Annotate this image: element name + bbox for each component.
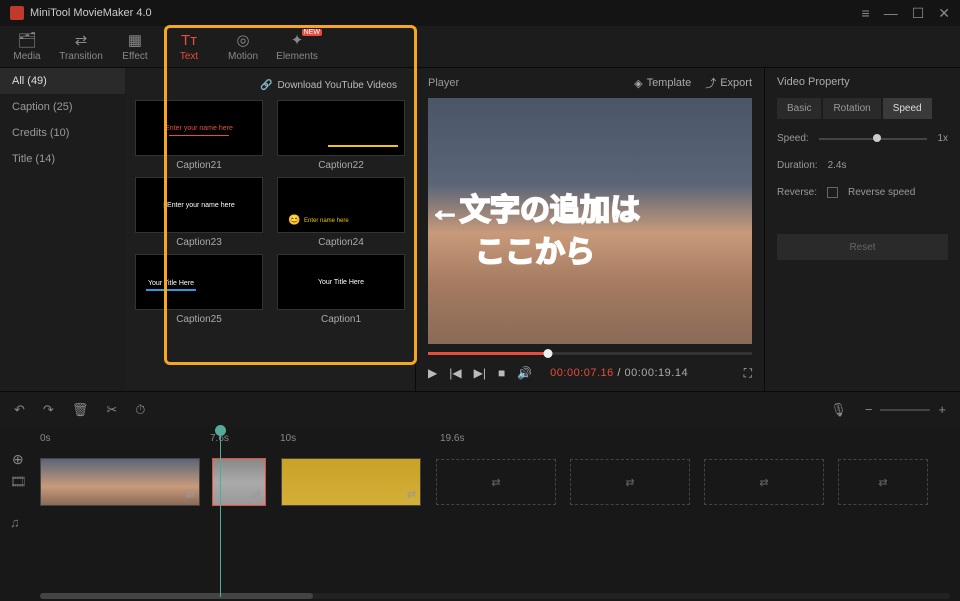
ruler-mark: 10s [280,433,296,444]
app-logo [10,6,24,20]
tab-text[interactable]: TᴛText [162,26,216,68]
timeline: ⊕ 0s 7.6s 10s 19.6s 🎞 ⇄ ⇄ ⇄ ⇄ ⇄ ⇄ ⇄ ♫ [0,427,960,601]
template-button[interactable]: ◈Template [634,75,691,91]
text-template-caption23[interactable]: | Enter your name hereCaption23 [135,177,263,248]
empty-clip-slot[interactable]: ⇄ [570,459,690,505]
property-panel: Video Property Basic Rotation Speed Spee… [765,68,960,391]
empty-clip-slot[interactable]: ⇄ [838,459,928,505]
swap-icon[interactable]: ⇄ [186,488,195,501]
audio-track-icon: ♫ [10,515,20,530]
text-template-caption24[interactable]: Caption24 [277,177,405,248]
folder-icon: 🗂 [17,31,36,49]
swap-icon[interactable]: ⇄ [759,476,768,489]
text-template-caption1[interactable]: Your Title HereCaption1 [277,254,405,325]
speed-label: Speed: [777,133,809,144]
mic-icon[interactable]: 🎙 [830,402,847,418]
empty-clip-slot[interactable]: ⇄ [436,459,556,505]
app-title: MiniTool MovieMaker 4.0 [30,7,152,19]
category-credits[interactable]: Credits (10) [0,120,125,146]
top-tabs: 🗂Media ⇄Transition ▦Effect TᴛText ◎Motio… [0,26,960,68]
text-library-panel: All (49) Caption (25) Credits (10) Title… [0,68,415,391]
reset-button[interactable]: Reset [777,234,948,260]
zoom-in-button[interactable]: + [938,402,946,417]
maximize-icon[interactable]: ☐ [912,5,925,22]
speed-value: 1x [937,133,948,144]
tab-elements[interactable]: ✦ElementsNEW [270,26,324,68]
template-icon: ◈ [634,77,642,90]
swap-icon[interactable]: ⇄ [491,476,500,489]
volume-button[interactable]: 🔊 [517,366,532,380]
speed-slider[interactable] [819,138,928,140]
minimize-icon[interactable]: — [884,5,898,22]
play-button[interactable]: ▶ [428,366,437,380]
close-icon[interactable]: ✕ [938,5,950,22]
text-template-caption22[interactable]: Caption22 [277,100,405,171]
reverse-label: Reverse: [777,187,817,198]
tab-effect[interactable]: ▦Effect [108,26,162,68]
motion-icon: ◎ [236,31,249,49]
zoom-slider[interactable] [880,409,930,411]
category-all[interactable]: All (49) [0,68,125,94]
swap-icon[interactable]: ⇄ [878,476,887,489]
playhead[interactable] [220,427,221,597]
swap-icon[interactable]: ⇄ [252,488,261,501]
effect-icon: ▦ [128,31,142,49]
video-clip-1[interactable]: ⇄ [40,458,200,506]
video-track-icon: 🎞 [10,474,27,490]
category-caption[interactable]: Caption (25) [0,94,125,120]
reverse-check-label: Reverse speed [848,187,915,198]
prop-tab-rotation[interactable]: Rotation [823,98,880,119]
zoom-out-button[interactable]: − [865,402,873,417]
delete-button[interactable]: 🗑 [72,402,89,418]
prop-tab-basic[interactable]: Basic [777,98,821,119]
player-title: Player [428,77,459,89]
empty-clip-slot[interactable]: ⇄ [704,459,824,505]
category-list: All (49) Caption (25) Credits (10) Title… [0,68,125,391]
download-youtube-link[interactable]: 🔗Download YouTube Videos [135,74,405,96]
swap-icon[interactable]: ⇄ [625,476,634,489]
text-template-caption25[interactable]: Your Title HereCaption25 [135,254,263,325]
text-template-caption21[interactable]: Enter your name hereCaption21 [135,100,263,171]
export-icon: ⤴ [705,75,716,91]
link-icon: 🔗 [260,80,272,91]
video-clip-3[interactable]: ⇄ [281,458,421,506]
reverse-checkbox[interactable] [827,187,838,198]
ruler-mark: 19.6s [440,433,464,444]
text-icon: Tᴛ [181,32,197,49]
progress-bar[interactable] [428,352,752,355]
transition-icon: ⇄ [75,31,88,49]
menu-icon[interactable]: ≡ [862,5,870,22]
stop-button[interactable]: ■ [498,366,505,380]
redo-button[interactable]: ↷ [43,402,54,418]
new-badge: NEW [302,29,322,36]
tab-transition[interactable]: ⇄Transition [54,26,108,68]
video-track[interactable]: 🎞 ⇄ ⇄ ⇄ ⇄ ⇄ ⇄ ⇄ [40,455,960,509]
timecode: 00:00:07.16 / 00:00:19.14 [550,367,688,379]
prev-frame-button[interactable]: |◀ [449,366,461,380]
horizontal-scrollbar[interactable] [40,593,950,599]
tab-media[interactable]: 🗂Media [0,26,54,68]
duration-label: Duration: [777,160,818,171]
swap-icon[interactable]: ⇄ [407,488,416,501]
split-button[interactable]: ✂ [106,402,117,418]
tab-motion[interactable]: ◎Motion [216,26,270,68]
player-panel: Player ◈Template ⤴Export ▶ |◀ ▶| ■ 🔊 00:… [415,68,765,391]
audio-track[interactable]: ♫ [40,509,960,539]
timeline-toolbar: ↶ ↷ 🗑 ✂ ⏱ 🎙 − + [0,391,960,427]
time-ruler[interactable]: ⊕ 0s 7.6s 10s 19.6s [0,427,960,449]
property-title: Video Property [777,76,948,88]
export-button[interactable]: ⤴Export [705,75,752,91]
video-preview[interactable] [428,98,752,344]
next-frame-button[interactable]: ▶| [474,366,486,380]
title-bar: MiniTool MovieMaker 4.0 ≡ — ☐ ✕ [0,0,960,26]
fullscreen-button[interactable]: ⛶ [744,366,752,381]
zoom-control[interactable]: − + [865,402,946,417]
ruler-mark: 0s [40,433,51,444]
prop-tab-speed[interactable]: Speed [883,98,932,119]
speed-button[interactable]: ⏱ [135,402,145,418]
duration-value: 2.4s [828,160,847,171]
undo-button[interactable]: ↶ [14,402,25,418]
category-title[interactable]: Title (14) [0,146,125,172]
